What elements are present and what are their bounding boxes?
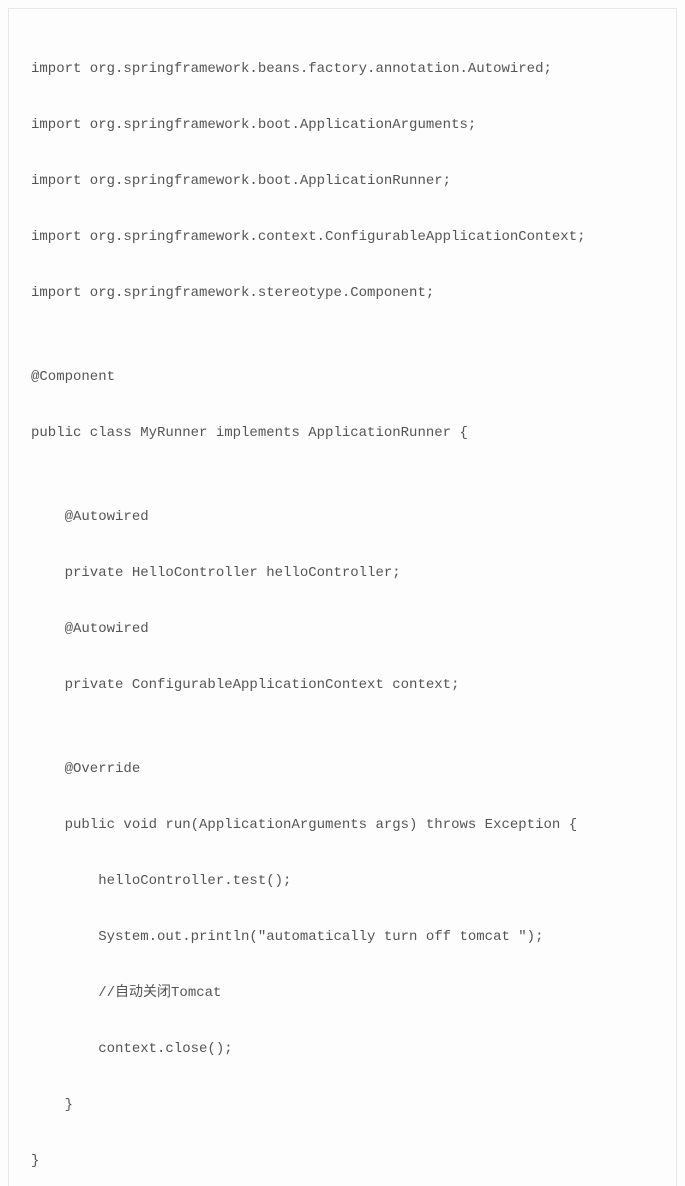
code-line: //自动关闭Tomcat (31, 979, 654, 1007)
code-line: public class MyRunner implements Applica… (31, 419, 654, 447)
code-line: @Autowired (31, 615, 654, 643)
code-line: import org.springframework.beans.factory… (31, 55, 654, 83)
code-line: System.out.println("automatically turn o… (31, 923, 654, 951)
code-line: import org.springframework.stereotype.Co… (31, 279, 654, 307)
code-line: import org.springframework.boot.Applicat… (31, 167, 654, 195)
code-line: context.close(); (31, 1035, 654, 1063)
code-line: private ConfigurableApplicationContext c… (31, 671, 654, 699)
code-line: helloController.test(); (31, 867, 654, 895)
code-line: import org.springframework.boot.Applicat… (31, 111, 654, 139)
code-line: import org.springframework.context.Confi… (31, 223, 654, 251)
code-line: @Autowired (31, 503, 654, 531)
code-block: import org.springframework.beans.factory… (8, 8, 677, 1186)
code-line: public void run(ApplicationArguments arg… (31, 811, 654, 839)
code-line: @Override (31, 755, 654, 783)
code-line: @Component (31, 363, 654, 391)
code-line: } (31, 1147, 654, 1175)
code-line: private HelloController helloController; (31, 559, 654, 587)
code-line: } (31, 1091, 654, 1119)
